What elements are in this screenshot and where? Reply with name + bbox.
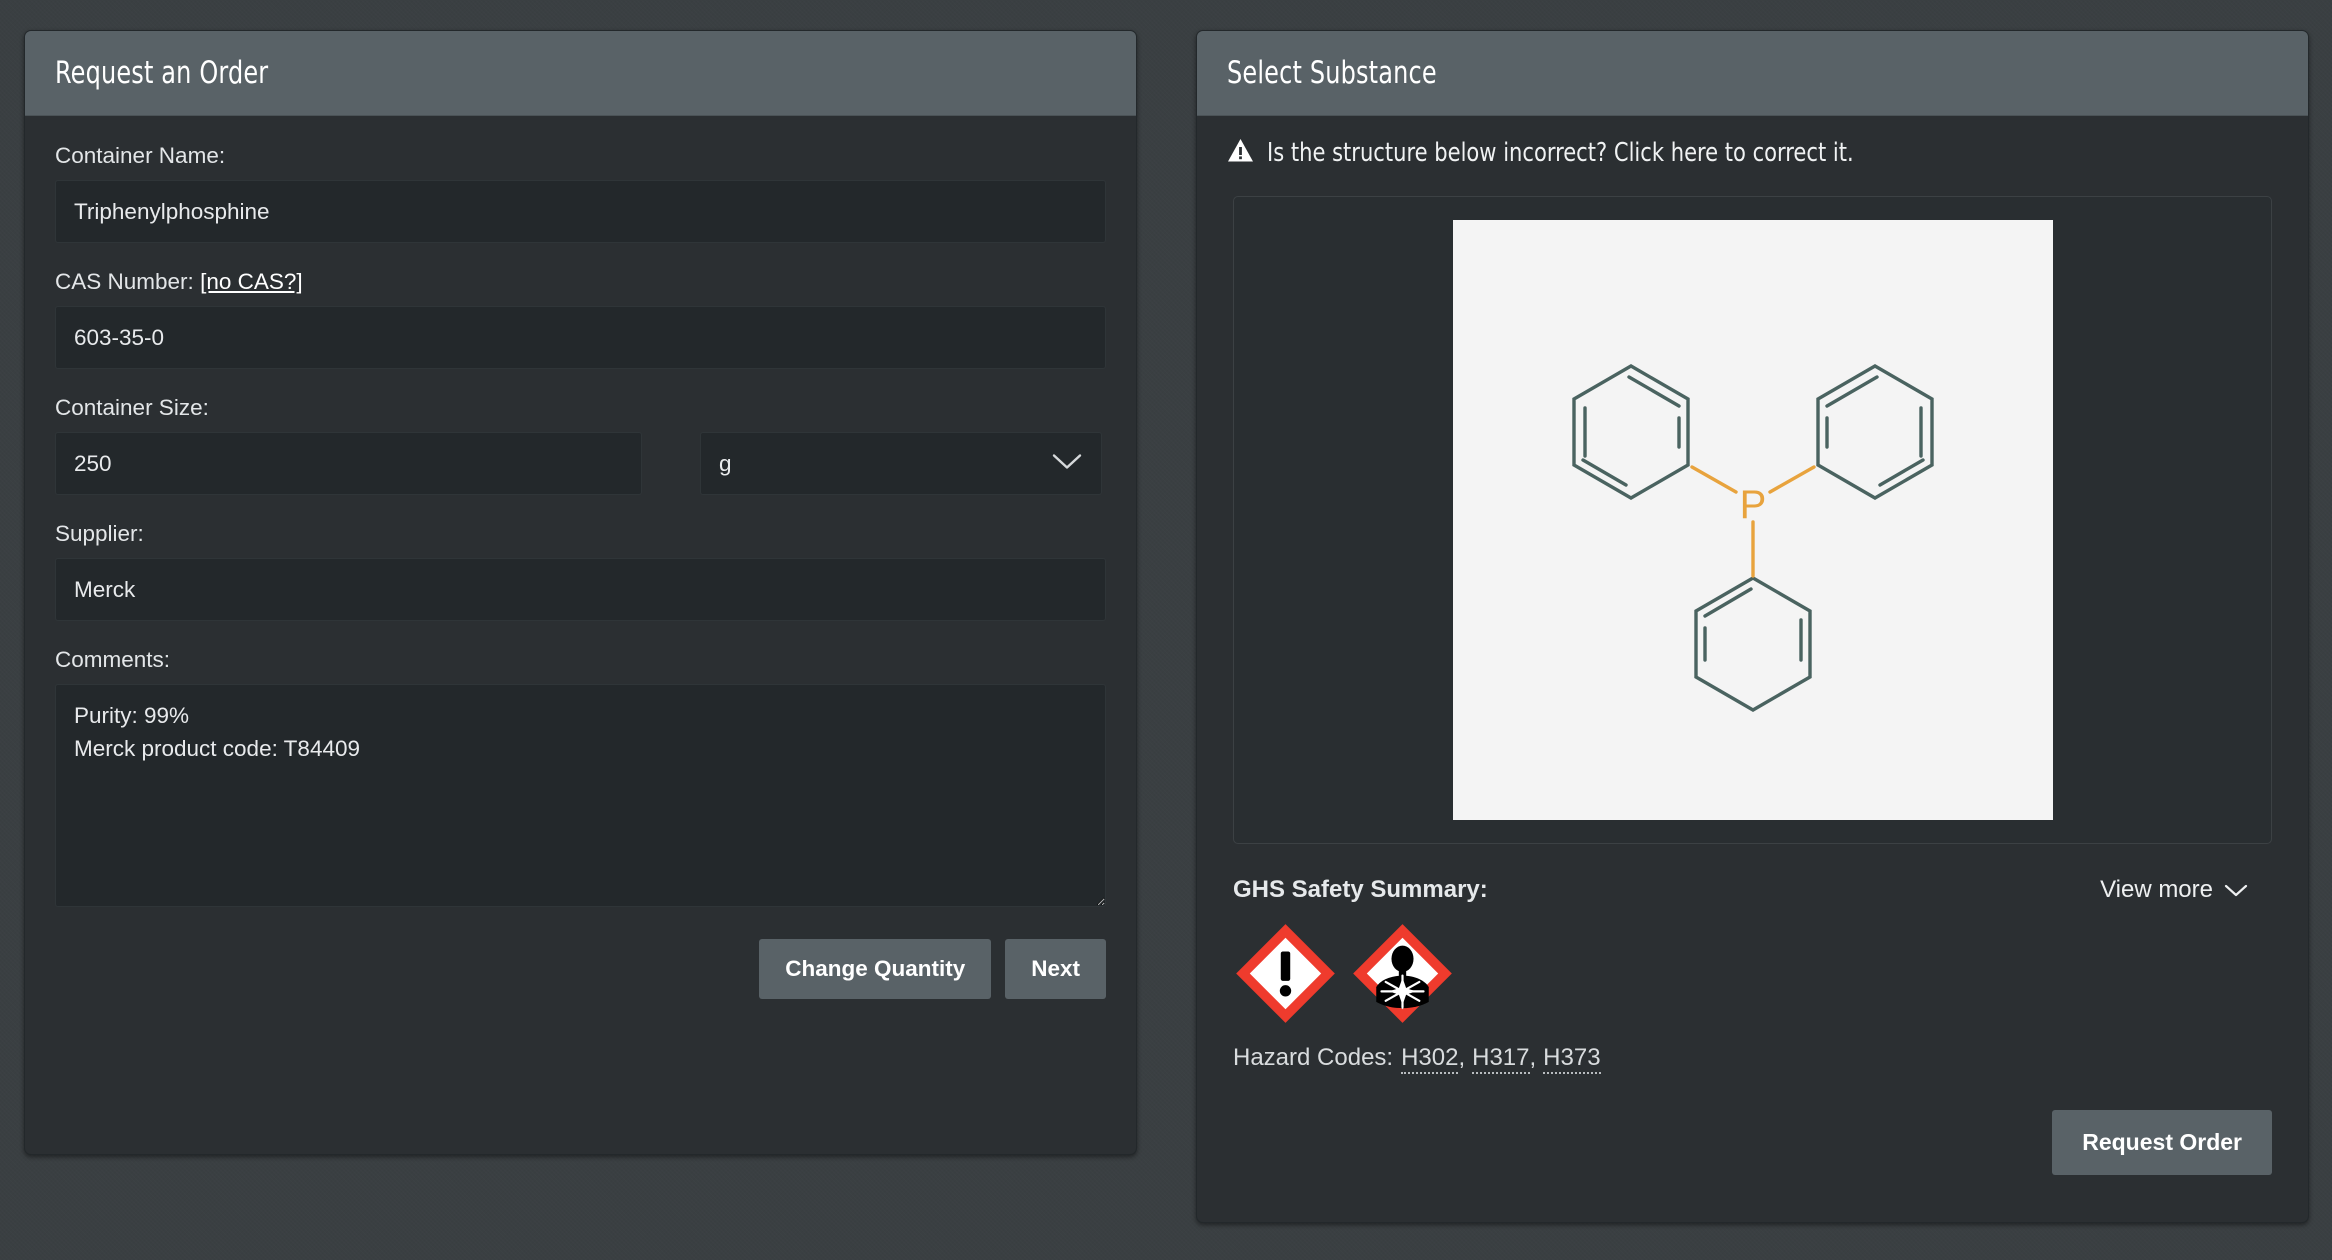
request-order-form: Container Name: CAS Number: [no CAS?] Co… xyxy=(25,116,1136,999)
cas-number-label: CAS Number: [no CAS?] xyxy=(55,268,1106,295)
container-size-label: Container Size: xyxy=(55,395,209,420)
app-workspace: Request an Order Container Name: CAS Num… xyxy=(0,0,2332,1260)
container-size-row: g xyxy=(55,432,1106,495)
cas-number-label-text: CAS Number: xyxy=(55,269,194,294)
view-more-button[interactable]: View more xyxy=(2100,876,2272,904)
container-size-input[interactable] xyxy=(55,432,642,495)
supplier-field: Supplier: xyxy=(55,520,1106,621)
hazard-code-h317[interactable]: H317 xyxy=(1472,1044,1530,1074)
warning-triangle-icon xyxy=(1227,138,1254,168)
select-substance-panel: Select Substance Is the structure below … xyxy=(1196,30,2309,1223)
hazard-code-separator-1: , xyxy=(1458,1044,1466,1071)
container-name-field: Container Name: xyxy=(55,142,1106,243)
hazard-codes-row: Hazard Codes: H302, H317, H373 xyxy=(1233,1044,2272,1074)
next-button[interactable]: Next xyxy=(1005,939,1106,999)
request-order-title: Request an Order xyxy=(55,55,269,91)
phosphorus-atom-label: P xyxy=(1739,483,1766,527)
ghs-pictogram-list xyxy=(1233,921,2272,1026)
select-substance-title: Select Substance xyxy=(1227,55,1437,91)
structure-incorrect-alert[interactable]: Is the structure below incorrect? Click … xyxy=(1197,116,2308,186)
supplier-label: Supplier: xyxy=(55,521,144,546)
structure-incorrect-alert-text[interactable]: Is the structure below incorrect? Click … xyxy=(1267,138,1854,168)
container-name-label: Container Name: xyxy=(55,143,226,168)
ghs-header-row: GHS Safety Summary: View more xyxy=(1233,876,2272,904)
unit-select[interactable]: g xyxy=(700,432,1102,495)
order-form-actions: Change Quantity Next xyxy=(55,939,1106,999)
chevron-down-icon xyxy=(2224,876,2248,904)
no-cas-link[interactable]: [no CAS?] xyxy=(200,269,303,294)
hazard-code-separator-2: , xyxy=(1529,1044,1537,1071)
hazard-code-h373[interactable]: H373 xyxy=(1543,1044,1601,1074)
exclamation-mark-pictogram[interactable] xyxy=(1233,921,1338,1026)
container-name-input[interactable] xyxy=(55,180,1106,243)
select-substance-header: Select Substance xyxy=(1197,31,2308,116)
structure-card: P xyxy=(1233,196,2272,844)
health-hazard-pictogram[interactable] xyxy=(1350,921,1455,1026)
hazard-codes-label: Hazard Codes: xyxy=(1233,1044,1394,1071)
unit-select-value: g xyxy=(719,450,732,476)
request-order-actions: Request Order xyxy=(1197,1074,2308,1175)
unit-select-wrapper: g xyxy=(700,432,1102,495)
comments-label: Comments: xyxy=(55,647,171,672)
request-order-button[interactable]: Request Order xyxy=(2052,1110,2272,1175)
container-size-field: Container Size: g xyxy=(55,394,1106,495)
chemical-structure-image: P xyxy=(1452,220,2053,820)
ghs-safety-section: GHS Safety Summary: View more Hazard Cod… xyxy=(1197,844,2308,1074)
request-order-panel: Request an Order Container Name: CAS Num… xyxy=(24,30,1137,1155)
supplier-input[interactable] xyxy=(55,558,1106,621)
cas-number-input[interactable] xyxy=(55,306,1106,369)
cas-number-field: CAS Number: [no CAS?] xyxy=(55,268,1106,369)
change-quantity-button[interactable]: Change Quantity xyxy=(759,939,992,999)
view-more-label: View more xyxy=(2100,876,2213,903)
ghs-safety-summary-label: GHS Safety Summary: xyxy=(1233,876,1488,903)
comments-textarea[interactable] xyxy=(55,684,1106,907)
request-order-header: Request an Order xyxy=(25,31,1136,116)
comments-field: Comments: xyxy=(55,646,1106,907)
hazard-code-h302[interactable]: H302 xyxy=(1401,1044,1459,1074)
hazard-codes-values: H302, H317, H373 xyxy=(1401,1044,1601,1074)
